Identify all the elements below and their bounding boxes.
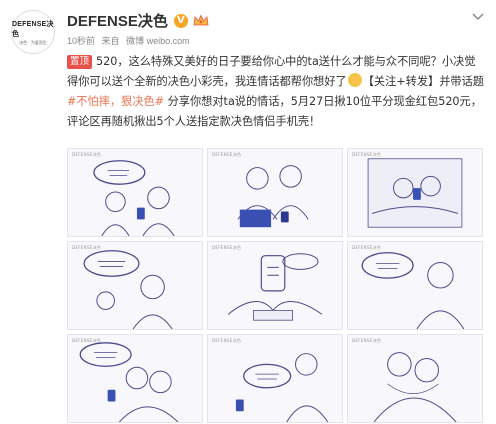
image-gallery: DEFENSE决色 DEFENSE决色 DEFENSE决色 DEFENSE决色 … (67, 148, 484, 423)
comic-panel-6[interactable]: DEFENSE决色 (347, 241, 483, 330)
comic-illustration-icon (235, 353, 329, 422)
user-row: DEFENSE决色 V (67, 10, 210, 31)
comic-illustration-icon (93, 160, 175, 236)
comic-illustration-icon (237, 165, 309, 228)
smile-emoji-icon (347, 73, 362, 87)
comic-illustration-icon (361, 252, 465, 329)
comic-panel-5[interactable]: DEFENSE决色 (207, 241, 343, 330)
chevron-down-icon[interactable] (470, 10, 486, 26)
logo-text: DEFENSE决色 (12, 20, 54, 38)
avatar[interactable]: DEFENSE决色 决色 · 为爱而生 (11, 10, 55, 54)
vip-crown-icon[interactable] (192, 14, 210, 28)
comic-illustration-icon (83, 250, 173, 329)
comic-illustration-icon (227, 253, 323, 321)
comic-panel-3[interactable]: DEFENSE决色 (347, 148, 483, 237)
post-source[interactable]: 微博 weibo.com (126, 36, 190, 46)
comic-illustration-icon (79, 342, 179, 422)
post-text-part2: 【关注+转发】并带话题 (362, 75, 484, 88)
comic-panel-4[interactable]: DEFENSE决色 (67, 241, 203, 330)
topic-link[interactable]: #不怕摔，狠决色# (67, 95, 164, 108)
source-prefix: 来自 (101, 36, 120, 46)
pin-badge: 置顶 (67, 55, 93, 69)
post-meta: 10秒前 来自 微博 weibo.com (67, 34, 194, 47)
user-name[interactable]: DEFENSE决色 (67, 10, 168, 31)
comic-panel-8[interactable]: DEFENSE决色 (207, 334, 343, 423)
verified-icon: V (173, 13, 188, 28)
comic-illustration-icon (373, 352, 457, 422)
comic-panel-7[interactable]: DEFENSE决色 (67, 334, 203, 423)
logo-subtext: 决色 · 为爱而生 (19, 39, 47, 45)
comic-panel-2[interactable]: DEFENSE决色 (207, 148, 343, 237)
comic-panel-9[interactable]: DEFENSE决色 (347, 334, 483, 423)
post-time[interactable]: 10秒前 (67, 36, 95, 46)
comic-panel-1[interactable]: DEFENSE决色 (67, 148, 203, 237)
comic-illustration-icon (367, 158, 463, 228)
post-text: 置顶 520，这么特殊又美好的日子要给你心中的ta送什么才能与众不同呢？小决觉得你… (67, 52, 485, 132)
